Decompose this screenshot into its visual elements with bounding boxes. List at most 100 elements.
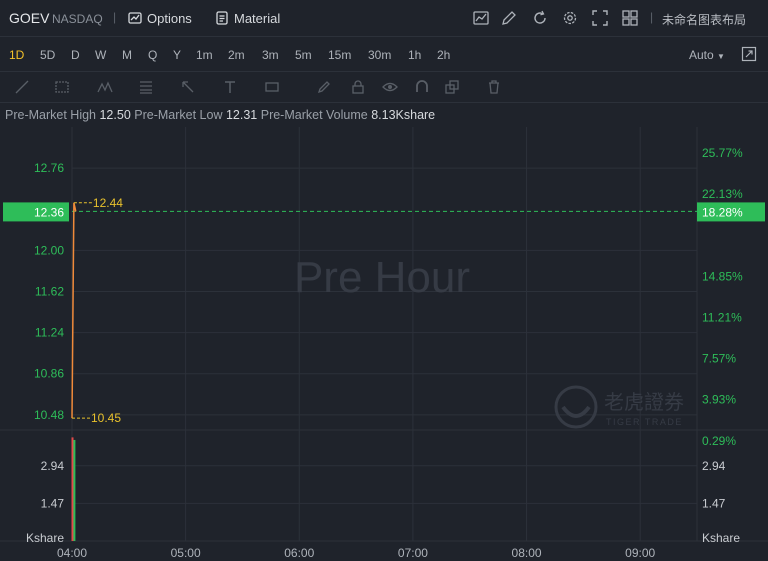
settings-icon[interactable]: [561, 9, 579, 27]
volume-label: Pre-Market Volume: [260, 108, 368, 122]
period-1h[interactable]: 1h: [408, 48, 421, 62]
high-value: 12.50: [99, 108, 131, 122]
caret-down-icon: ▼: [717, 52, 725, 61]
low-value: 12.31: [225, 108, 258, 122]
eye-icon[interactable]: [382, 79, 398, 95]
divider: |: [650, 10, 654, 24]
low-marker-label: 10.45: [91, 411, 121, 425]
period-3m[interactable]: 3m: [262, 48, 279, 62]
price-tick-label: 10.86: [34, 367, 64, 381]
options-button[interactable]: Options: [128, 8, 192, 28]
brand-name: 老虎證券: [604, 390, 684, 414]
document-icon: [216, 11, 228, 25]
time-tick-label: 08:00: [512, 546, 542, 560]
auto-dropdown[interactable]: Auto ▼: [689, 48, 725, 62]
price-tick-label: 12.76: [34, 161, 64, 175]
volume-tick-label: 1.47: [702, 496, 726, 510]
percent-tick-label: 7.57%: [702, 352, 736, 366]
high-marker-label: 12.44: [93, 196, 123, 210]
price-tick-label: 11.62: [35, 284, 64, 298]
period-bar: 1D 5D D W M Q Y 1m 2m 3m 5m 15m 30m 1h 2…: [0, 37, 768, 72]
price-axis: 12.76 12.00 11.62 11.24 10.86 10.48: [34, 161, 64, 422]
price-tick-label: 10.48: [34, 408, 64, 422]
draw-icon[interactable]: [500, 9, 518, 27]
time-axis: 04:00 05:00 06:00 07:00 08:00 09:00: [57, 546, 656, 560]
expand-icon[interactable]: [591, 9, 609, 27]
volume-unit-label: Kshare: [26, 531, 64, 545]
refresh-icon[interactable]: [531, 9, 549, 27]
percent-axis: 25.77% 22.13% 14.85% 11.21% 7.57% 3.93% 0.29%: [702, 146, 743, 448]
period-2h[interactable]: 2h: [437, 48, 450, 62]
period-1m[interactable]: 1m: [196, 48, 213, 62]
material-label: Material: [234, 10, 281, 26]
percent-tick-label: 3.93%: [702, 393, 736, 407]
layout-name[interactable]: 未命名图表布局: [662, 11, 746, 28]
volume-value: 8.13Kshare: [371, 108, 436, 122]
magnet-icon[interactable]: [414, 79, 430, 95]
period-2m[interactable]: 2m: [228, 48, 245, 62]
percent-tick-label: 14.85%: [702, 269, 743, 283]
options-label: Options: [147, 10, 192, 26]
exchange: NASDAQ: [52, 12, 103, 26]
price-line: [71, 202, 77, 419]
time-tick-label: 09:00: [625, 546, 655, 560]
pattern-icon[interactable]: [97, 79, 113, 95]
period-q[interactable]: Q: [148, 48, 157, 62]
percent-tick-label: 0.29%: [702, 434, 736, 448]
trash-icon[interactable]: [486, 79, 502, 95]
symbol[interactable]: GOEV: [9, 10, 49, 26]
layers-icon[interactable]: [444, 79, 460, 95]
price-tick-label: 11.24: [35, 326, 64, 340]
watermark: Pre Hour: [294, 253, 470, 302]
premarket-info: Pre-Market High 12.50 Pre-Market Low 12.…: [5, 108, 435, 122]
price-tick-label: 12.00: [34, 243, 64, 257]
chart-type-icon[interactable]: [472, 9, 490, 27]
pencil-icon[interactable]: [316, 79, 332, 95]
period-y[interactable]: Y: [173, 48, 181, 62]
rectangle-icon[interactable]: [54, 79, 70, 95]
period-30m[interactable]: 30m: [368, 48, 391, 62]
grid: [0, 127, 768, 542]
volume-bar: [73, 439, 76, 541]
period-5m[interactable]: 5m: [295, 48, 312, 62]
low-label: Pre-Market Low: [134, 108, 223, 122]
period-w[interactable]: W: [95, 48, 106, 62]
price-chart[interactable]: Pre Hour 老虎證券 TIGER TRADE 12.36 18.28% 12.…: [0, 127, 768, 561]
options-icon: [128, 12, 142, 24]
lock-icon[interactable]: [350, 79, 366, 95]
arrow-icon[interactable]: [180, 79, 196, 95]
percent-tick-label: 22.13%: [702, 187, 743, 201]
current-percent-label: 18.28%: [702, 205, 743, 219]
auto-label: Auto: [689, 48, 714, 62]
period-m[interactable]: M: [122, 48, 132, 62]
drawing-toolbar: [0, 72, 768, 103]
brand-sub: TIGER TRADE: [606, 417, 683, 427]
volume-axis: 2.94 2.94 1.47 1.47 Kshare Kshare: [26, 459, 740, 545]
trend-line-icon[interactable]: [14, 79, 30, 95]
period-15m[interactable]: 15m: [328, 48, 351, 62]
measure-icon[interactable]: [264, 79, 280, 95]
fullscreen-icon[interactable]: [741, 46, 757, 62]
divider: |: [113, 10, 117, 24]
material-button[interactable]: Material: [215, 8, 280, 28]
percent-tick-label: 11.21%: [702, 310, 742, 324]
volume-bars: [71, 437, 76, 541]
percent-tick-label: 25.77%: [702, 146, 743, 160]
volume-tick-label: 1.47: [41, 496, 65, 510]
time-tick-label: 05:00: [171, 546, 201, 560]
time-tick-label: 07:00: [398, 546, 428, 560]
high-label: Pre-Market High: [5, 108, 96, 122]
time-tick-label: 04:00: [57, 546, 87, 560]
time-tick-label: 06:00: [284, 546, 314, 560]
text-icon[interactable]: [222, 79, 238, 95]
volume-bar: [71, 437, 74, 541]
top-bar: GOEV NASDAQ | Options Material | 未命名图表布局: [0, 0, 768, 37]
layout-grid-icon[interactable]: [621, 9, 639, 27]
volume-tick-label: 2.94: [41, 459, 65, 473]
volume-tick-label: 2.94: [702, 459, 726, 473]
period-1d[interactable]: 1D: [9, 48, 24, 62]
fib-icon[interactable]: [138, 79, 154, 95]
period-5d[interactable]: 5D: [40, 48, 55, 62]
period-d[interactable]: D: [71, 48, 80, 62]
brand-logo: 老虎證券 TIGER TRADE: [554, 385, 684, 429]
